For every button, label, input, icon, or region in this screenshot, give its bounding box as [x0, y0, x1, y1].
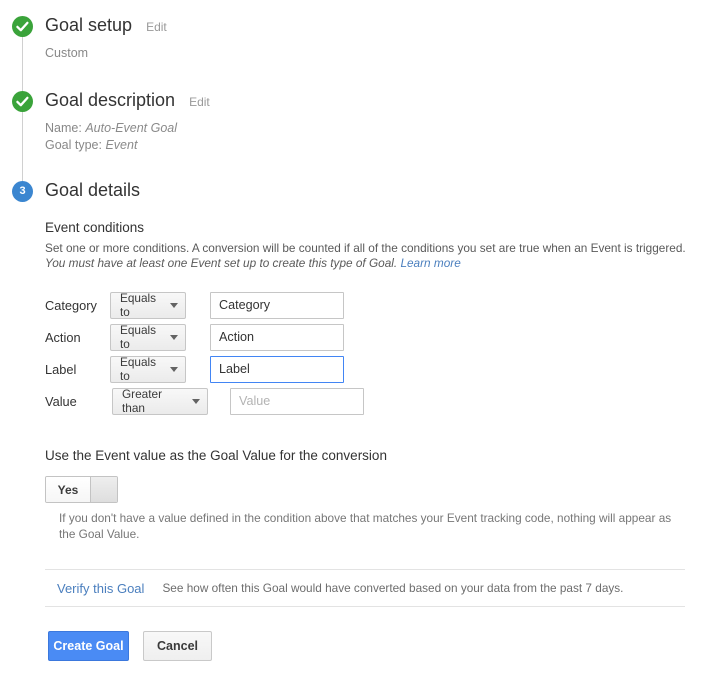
event-conditions-description: Set one or more conditions. A conversion…	[45, 241, 690, 271]
action-operator-value: Equals to	[120, 323, 157, 351]
label-operator-select[interactable]: Equals to	[110, 355, 186, 383]
goal-value-heading: Use the Event value as the Goal Value fo…	[45, 448, 387, 463]
value-operator-value: Greater than	[122, 387, 162, 415]
step-title: Goal setup	[45, 15, 133, 35]
description-line-2: You must have at least one Event set up …	[45, 256, 690, 271]
step-header: Goal description Edit	[45, 89, 210, 113]
category-operator-value: Equals to	[120, 291, 157, 319]
toggle-knob[interactable]	[90, 477, 117, 502]
goal-type-label: Goal type:	[45, 138, 102, 152]
value-value-input[interactable]	[230, 387, 364, 415]
chevron-down-icon	[170, 303, 178, 308]
step-number-badge: 3	[12, 181, 33, 202]
step-header: Goal setup Edit	[45, 14, 167, 38]
divider-bottom	[45, 606, 685, 607]
condition-row-label: Label Equals to	[45, 353, 690, 385]
chevron-down-icon	[170, 367, 178, 372]
create-goal-button[interactable]: Create Goal	[48, 631, 129, 661]
label-value-input[interactable]	[210, 355, 344, 383]
wizard-step-goal-setup: Goal setup Edit Custom	[0, 14, 167, 62]
condition-label-label: Label	[45, 361, 77, 377]
description-line-1: Set one or more conditions. A conversion…	[45, 241, 686, 255]
condition-row-value: Value Greater than	[45, 385, 690, 417]
step-complete-check-icon	[12, 91, 33, 112]
goal-details-panel: Event conditions Set one or more conditi…	[45, 219, 690, 661]
edit-goal-description-link[interactable]: Edit	[189, 95, 210, 109]
event-conditions-form: Category Equals to Action Equals to Labe…	[45, 289, 690, 417]
edit-goal-setup-link[interactable]: Edit	[146, 20, 167, 34]
step-title: Goal description	[45, 90, 176, 110]
step-title: Goal details	[45, 180, 141, 200]
verify-goal-row: Verify this Goal See how often this Goal…	[45, 570, 690, 606]
condition-label-category: Category	[45, 297, 97, 313]
toggle-state-label: Yes	[46, 477, 90, 502]
category-operator-select[interactable]: Equals to	[110, 291, 186, 319]
condition-label-action: Action	[45, 329, 81, 345]
chevron-down-icon	[192, 399, 200, 404]
goal-value-section: Use the Event value as the Goal Value fo…	[45, 447, 690, 542]
goal-setup-value: Custom	[45, 46, 89, 60]
value-operator-select[interactable]: Greater than	[112, 387, 208, 415]
chevron-down-icon	[170, 335, 178, 340]
cancel-button[interactable]: Cancel	[143, 631, 212, 661]
learn-more-link[interactable]: Learn more	[400, 256, 460, 270]
wizard-step-goal-details: 3 Goal details	[0, 179, 140, 203]
goal-type-row: Goal type: Event	[45, 137, 210, 154]
category-value-input[interactable]	[210, 291, 344, 319]
condition-row-action: Action Equals to	[45, 321, 690, 353]
use-event-value-toggle[interactable]: Yes	[45, 476, 118, 503]
step-summary: Custom	[45, 38, 167, 62]
step-complete-check-icon	[12, 16, 33, 37]
step-header: Goal details	[45, 179, 140, 203]
verify-this-goal-link[interactable]: Verify this Goal	[57, 581, 144, 596]
event-conditions-heading: Event conditions	[45, 220, 145, 235]
goal-name-label: Name:	[45, 121, 82, 135]
verify-goal-section: Verify this Goal See how often this Goal…	[45, 569, 690, 607]
form-actions: Create Goal Cancel	[45, 631, 690, 661]
goal-name-row: Name: Auto-Event Goal	[45, 120, 210, 137]
goal-type-value: Event	[105, 138, 138, 152]
label-operator-value: Equals to	[120, 355, 157, 383]
condition-label-value: Value	[45, 393, 77, 409]
action-value-input[interactable]	[210, 323, 344, 351]
step-summary: Name: Auto-Event Goal Goal type: Event	[45, 113, 210, 154]
action-operator-select[interactable]: Equals to	[110, 323, 186, 351]
step-number: 3	[19, 185, 26, 197]
goal-name-value: Auto-Event Goal	[85, 121, 178, 135]
description-line-2-text: You must have at least one Event set up …	[45, 256, 398, 270]
condition-row-category: Category Equals to	[45, 289, 690, 321]
wizard-step-goal-description: Goal description Edit Name: Auto-Event G…	[0, 89, 210, 154]
goal-value-note: If you don't have a value defined in the…	[59, 511, 672, 541]
verify-goal-description: See how often this Goal would have conve…	[162, 581, 624, 595]
